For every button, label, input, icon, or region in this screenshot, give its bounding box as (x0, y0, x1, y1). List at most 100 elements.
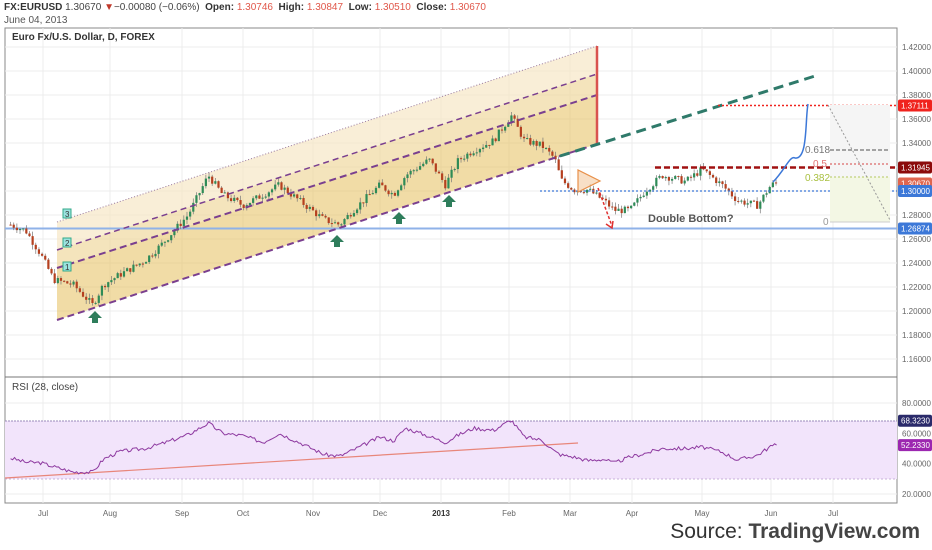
candle (170, 235, 173, 241)
candle (768, 187, 771, 194)
candle (756, 201, 759, 209)
candle (444, 179, 447, 189)
candle (365, 194, 368, 204)
price-label: 1.26874 (901, 225, 930, 234)
candle (431, 158, 434, 164)
candle (116, 273, 119, 279)
candle (81, 291, 85, 297)
y-tick-label: 1.34000 (902, 139, 931, 148)
candle (179, 223, 182, 226)
candle (513, 115, 516, 119)
candle (453, 169, 456, 171)
candle (135, 264, 138, 266)
candle (396, 190, 400, 196)
candle (661, 176, 664, 179)
price-label: 1.31945 (901, 164, 930, 173)
candle (595, 192, 598, 194)
candle (478, 149, 482, 153)
candle (623, 206, 626, 214)
candle (85, 296, 88, 300)
candle (749, 200, 752, 204)
candle (362, 202, 365, 204)
candle (570, 187, 573, 190)
candle (157, 245, 160, 254)
candle (340, 224, 343, 226)
candle (563, 178, 567, 184)
candle (711, 174, 715, 178)
candle (88, 298, 91, 300)
candle (343, 219, 346, 225)
candle (759, 201, 762, 209)
candle (94, 302, 97, 304)
price-chart[interactable]: 0.618 0.5 0.382 0 Double Bottom? 3 2 1 E… (0, 0, 932, 550)
rsi-tick-label: 20.0000 (902, 490, 931, 499)
source-brand: TradingView.com (748, 520, 920, 543)
candle (526, 138, 529, 140)
x-tick-label: Dec (373, 509, 387, 518)
candle (485, 144, 488, 148)
candle (696, 173, 699, 176)
candle (630, 205, 633, 209)
y-tick-label: 1.38000 (902, 91, 931, 100)
candle (113, 278, 116, 281)
source-credit: Source: TradingView.com (670, 520, 920, 544)
candle (428, 158, 431, 160)
candle (207, 176, 211, 179)
candle (255, 195, 258, 199)
x-tick-label: Aug (103, 509, 117, 518)
rsi-value-label: 52.2330 (901, 441, 930, 450)
fib-0.618: 0.618 (805, 145, 830, 156)
candle (469, 153, 472, 156)
candle (415, 169, 419, 171)
x-tick-label: Jul (38, 509, 48, 518)
candle (447, 177, 450, 189)
channel-label-3: 3 (65, 210, 70, 219)
candle (198, 193, 201, 196)
double-bottom-annotation[interactable]: Double Bottom? (648, 213, 734, 225)
candle (406, 174, 409, 179)
candle (450, 169, 453, 178)
candle (655, 177, 658, 187)
chart-title: Euro Fx/U.S. Dollar, D, FOREX (12, 32, 155, 43)
candle (233, 197, 236, 201)
candle (434, 163, 437, 172)
candle (771, 182, 774, 188)
candle (201, 186, 204, 194)
candle (456, 158, 459, 170)
rsi-tick-label: 80.0000 (902, 399, 931, 408)
x-tick-label: 2013 (432, 509, 450, 518)
candle (141, 263, 144, 265)
candle (239, 200, 242, 205)
candle (47, 259, 50, 269)
fib-0: 0 (823, 217, 829, 228)
candle (504, 126, 507, 131)
channel-label-2: 2 (65, 239, 70, 248)
candle (403, 178, 406, 186)
candle (148, 255, 151, 263)
candle (72, 281, 75, 285)
price-label: 1.30000 (901, 187, 930, 196)
candle (582, 192, 585, 194)
candle (557, 159, 560, 171)
x-tick-label: Feb (502, 509, 516, 518)
x-tick-label: Jun (765, 509, 778, 518)
y-tick-label: 1.42000 (902, 43, 931, 52)
candle (211, 176, 214, 184)
candle (500, 129, 504, 131)
candle (100, 285, 104, 296)
candle (642, 195, 645, 197)
x-tick-label: Nov (306, 509, 320, 518)
candle (519, 126, 522, 137)
candle (472, 153, 475, 156)
candle (737, 200, 740, 202)
candle (122, 271, 126, 277)
x-tick-label: Oct (237, 509, 250, 518)
candle (337, 222, 340, 225)
candle (390, 192, 393, 195)
candle (680, 176, 683, 184)
candle (617, 208, 620, 211)
candle (535, 141, 538, 146)
candle (746, 203, 749, 205)
candle (166, 240, 170, 242)
candle (639, 196, 642, 199)
